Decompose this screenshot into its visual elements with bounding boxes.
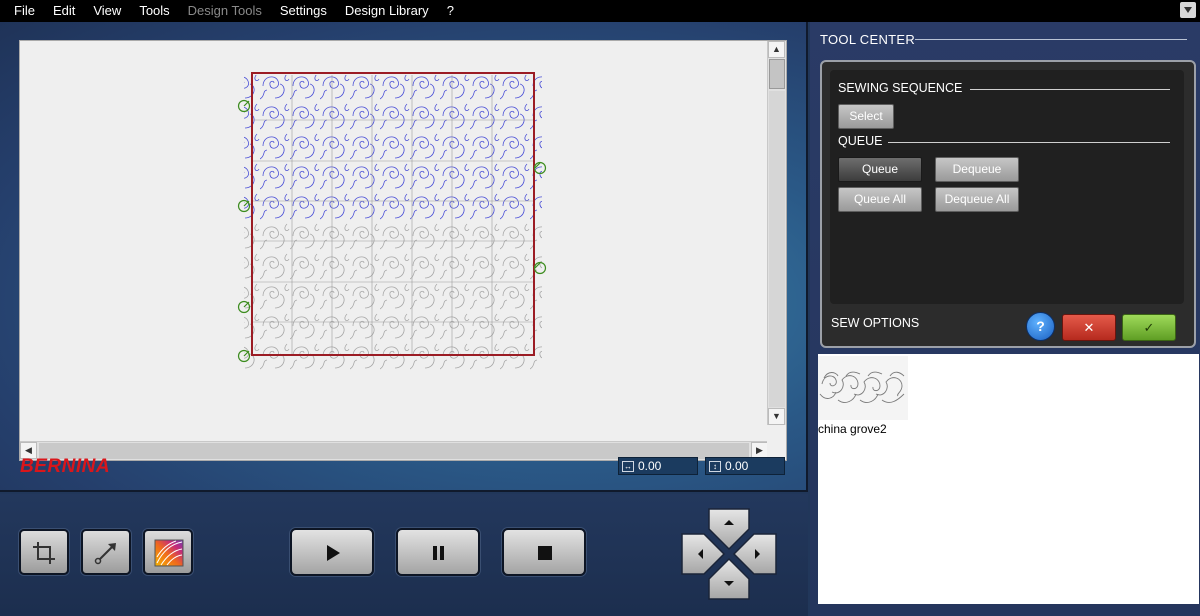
direction-pad [680, 507, 778, 601]
menu-bar: File Edit View Tools Design Tools Settin… [0, 0, 1200, 22]
scroll-down-icon[interactable]: ▼ [768, 408, 785, 425]
quilt-design [237, 72, 547, 373]
menu-view[interactable]: View [84, 0, 130, 22]
unsewn-stitches [244, 221, 542, 373]
crop-button[interactable] [19, 529, 69, 575]
vertical-scrollbar[interactable]: ▲ ▼ [767, 41, 786, 425]
stop-icon [538, 546, 552, 560]
menu-design-tools: Design Tools [187, 3, 262, 18]
window-menu-dropdown-icon[interactable] [1180, 2, 1196, 18]
confirm-button[interactable]: ✓ [1122, 314, 1176, 341]
queue-all-button[interactable]: Queue All [838, 187, 922, 212]
vertical-measure-icon: ↕ [709, 460, 721, 472]
sewing-sequence-label: SEWING SEQUENCE [838, 81, 963, 95]
queue-label: QUEUE [838, 134, 883, 148]
china-grove-thumbnail-icon [819, 371, 905, 403]
x-coordinate-value: 0.00 [638, 459, 662, 473]
sewn-stitches [244, 75, 542, 221]
y-coordinate-field: ↕ 0.00 [705, 457, 785, 475]
menu-edit[interactable]: Edit [44, 0, 84, 22]
design-name-label: china grove2 [818, 422, 887, 436]
cancel-button[interactable]: ✕ [1062, 314, 1116, 341]
y-coordinate-value: 0.00 [725, 459, 749, 473]
menu-settings[interactable]: Settings [271, 0, 336, 22]
arrow-down-icon[interactable] [708, 557, 750, 600]
queue-divider [888, 142, 1170, 143]
tool-center-title: TOOL CENTER [820, 32, 916, 47]
design-thumbnail[interactable] [818, 356, 908, 420]
stop-button[interactable] [502, 528, 586, 576]
checkmark-icon: ✓ [1143, 320, 1155, 335]
tool-center-panel: TOOL CENTER SEWING SEQUENCE Select QUEUE… [810, 22, 1200, 616]
arrow-right-icon[interactable] [732, 533, 777, 575]
x-coordinate-field: ↔ 0.00 [618, 457, 698, 475]
pause-button[interactable] [396, 528, 480, 576]
brand-logo: BERNINA [20, 456, 111, 477]
main-panel: ▲ ▼ ◀ ▶ BERNINA ↔ 0.00 ↕ 0.00 [0, 22, 808, 492]
dequeue-button[interactable]: Dequeue [935, 157, 1019, 182]
bottom-toolbar [0, 494, 808, 616]
tool-center-divider [915, 39, 1187, 40]
arrow-up-icon[interactable] [708, 508, 750, 551]
tool-center-box: SEWING SEQUENCE Select QUEUE Queue Deque… [820, 60, 1196, 348]
vertical-scroll-track[interactable] [769, 91, 785, 407]
path-button[interactable] [81, 529, 131, 575]
design-canvas-frame: ▲ ▼ ◀ ▶ [19, 40, 787, 461]
menu-file[interactable]: File [0, 0, 44, 22]
arrow-left-icon[interactable] [681, 533, 726, 575]
menu-help[interactable]: ? [438, 0, 463, 22]
select-button[interactable]: Select [838, 104, 894, 129]
help-button[interactable]: ? [1026, 312, 1055, 341]
menu-design-library[interactable]: Design Library [336, 0, 438, 22]
scroll-up-icon[interactable]: ▲ [768, 41, 785, 58]
color-palette-icon [154, 539, 184, 567]
vertical-scroll-thumb[interactable] [769, 59, 785, 89]
pause-icon [433, 546, 444, 560]
queue-button[interactable]: Queue [838, 157, 922, 182]
path-icon [94, 543, 116, 565]
tool-center-content: SEWING SEQUENCE Select QUEUE Queue Deque… [830, 70, 1184, 304]
dequeue-all-button[interactable]: Dequeue All [935, 187, 1019, 212]
color-palette-button[interactable] [143, 529, 193, 575]
sewing-sequence-divider [970, 89, 1170, 90]
design-canvas[interactable] [20, 41, 768, 425]
crop-icon [33, 542, 55, 564]
horizontal-measure-icon: ↔ [622, 460, 634, 472]
close-icon: ✕ [1083, 320, 1095, 335]
help-icon: ? [1036, 318, 1045, 334]
sew-options-label: SEW OPTIONS [831, 316, 920, 330]
design-library-preview: china grove2 [818, 354, 1199, 604]
menu-tools[interactable]: Tools [130, 0, 178, 22]
play-icon [327, 545, 340, 561]
play-button[interactable] [290, 528, 374, 576]
